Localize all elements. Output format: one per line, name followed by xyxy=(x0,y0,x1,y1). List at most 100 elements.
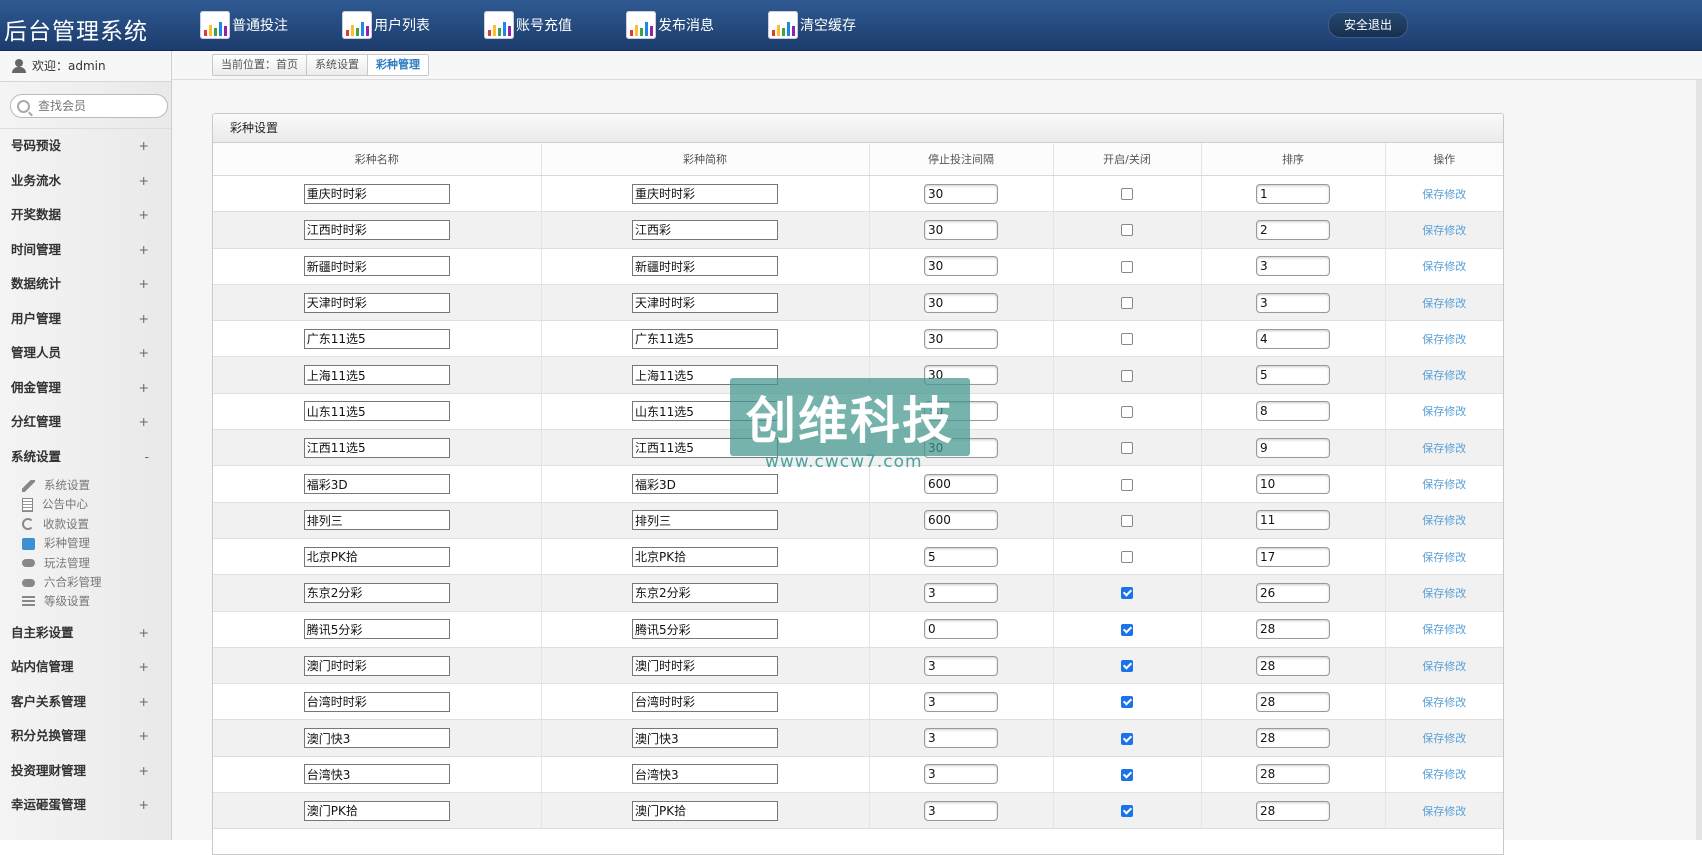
sort-order-input[interactable] xyxy=(1256,183,1330,204)
enable-checkbox[interactable] xyxy=(1121,297,1133,310)
enable-checkbox[interactable] xyxy=(1121,442,1133,455)
stop-interval-input[interactable] xyxy=(924,510,998,531)
lottery-short-input[interactable] xyxy=(632,292,778,313)
lottery-name-input[interactable] xyxy=(303,619,450,640)
save-changes-link[interactable]: 保存修改 xyxy=(1422,805,1466,818)
save-changes-link[interactable]: 保存修改 xyxy=(1422,297,1466,310)
sidebar-item-menu_bottom-3[interactable]: 积分兑换管理 + xyxy=(0,719,171,754)
sort-order-input[interactable] xyxy=(1256,328,1330,349)
lottery-short-input[interactable] xyxy=(632,510,778,531)
lottery-name-input[interactable] xyxy=(303,256,450,277)
nav-item-2[interactable]: 账号充值 xyxy=(484,0,626,50)
nav-item-4[interactable]: 清空缓存 xyxy=(768,0,910,50)
sidebar-subitem-0[interactable]: 系统设置 xyxy=(0,476,171,495)
sidebar-item-menu_top-2[interactable]: 开奖数据 + xyxy=(0,198,171,233)
lottery-name-input[interactable] xyxy=(303,691,450,712)
sidebar-subitem-5[interactable]: 六合彩管理 xyxy=(0,573,171,592)
save-changes-link[interactable]: 保存修改 xyxy=(1422,514,1466,527)
lottery-name-input[interactable] xyxy=(303,183,450,204)
sidebar-item-menu_top-8[interactable]: 分红管理 + xyxy=(0,405,171,440)
lottery-short-input[interactable] xyxy=(632,800,778,821)
enable-checkbox[interactable] xyxy=(1121,768,1133,781)
lottery-short-input[interactable] xyxy=(632,582,778,603)
stop-interval-input[interactable] xyxy=(924,437,998,458)
sort-order-input[interactable] xyxy=(1256,655,1330,676)
lottery-short-input[interactable] xyxy=(632,183,778,204)
stop-interval-input[interactable] xyxy=(924,256,998,277)
nav-item-0[interactable]: 普通投注 xyxy=(200,0,342,50)
sidebar-subitem-1[interactable]: 公告中心 xyxy=(0,495,171,514)
sort-order-input[interactable] xyxy=(1256,764,1330,785)
save-changes-link[interactable]: 保存修改 xyxy=(1422,442,1466,455)
sort-order-input[interactable] xyxy=(1256,219,1330,240)
sidebar-item-menu_top-1[interactable]: 业务流水 + xyxy=(0,164,171,199)
sort-order-input[interactable] xyxy=(1256,365,1330,386)
enable-checkbox[interactable] xyxy=(1121,805,1133,818)
sidebar-subitem-4[interactable]: 玩法管理 xyxy=(0,554,171,573)
lottery-name-input[interactable] xyxy=(303,365,450,386)
lottery-short-input[interactable] xyxy=(632,546,778,567)
enable-checkbox[interactable] xyxy=(1121,333,1133,346)
lottery-name-input[interactable] xyxy=(303,546,450,567)
lottery-name-input[interactable] xyxy=(303,510,450,531)
sidebar-item-menu_top-3[interactable]: 时间管理 + xyxy=(0,233,171,268)
lottery-short-input[interactable] xyxy=(632,437,778,458)
save-changes-link[interactable]: 保存修改 xyxy=(1422,623,1466,636)
lottery-short-input[interactable] xyxy=(632,764,778,785)
stop-interval-input[interactable] xyxy=(924,800,998,821)
lottery-name-input[interactable] xyxy=(303,328,450,349)
lottery-name-input[interactable] xyxy=(303,292,450,313)
lottery-name-input[interactable] xyxy=(303,219,450,240)
sidebar-item-system-settings[interactable]: 系统设置 - xyxy=(0,440,171,475)
sidebar-item-menu_bottom-4[interactable]: 投资理财管理 + xyxy=(0,754,171,789)
enable-checkbox[interactable] xyxy=(1121,369,1133,382)
save-changes-link[interactable]: 保存修改 xyxy=(1422,732,1466,745)
stop-interval-input[interactable] xyxy=(924,546,998,567)
lottery-short-input[interactable] xyxy=(632,219,778,240)
lottery-short-input[interactable] xyxy=(632,619,778,640)
sidebar-subitem-6[interactable]: 等级设置 xyxy=(0,592,171,611)
sort-order-input[interactable] xyxy=(1256,800,1330,821)
sort-order-input[interactable] xyxy=(1256,401,1330,422)
stop-interval-input[interactable] xyxy=(924,328,998,349)
lottery-name-input[interactable] xyxy=(303,401,450,422)
enable-checkbox[interactable] xyxy=(1121,732,1133,745)
save-changes-link[interactable]: 保存修改 xyxy=(1422,768,1466,781)
sort-order-input[interactable] xyxy=(1256,474,1330,495)
sort-order-input[interactable] xyxy=(1256,728,1330,749)
breadcrumb-home[interactable]: 当前位置：首页 xyxy=(213,55,306,75)
lottery-short-input[interactable] xyxy=(632,256,778,277)
save-changes-link[interactable]: 保存修改 xyxy=(1422,333,1466,346)
sort-order-input[interactable] xyxy=(1256,437,1330,458)
sort-order-input[interactable] xyxy=(1256,510,1330,531)
breadcrumb-system-settings[interactable]: 系统设置 xyxy=(306,55,367,75)
lottery-name-input[interactable] xyxy=(303,764,450,785)
search-input[interactable] xyxy=(36,98,150,114)
sort-order-input[interactable] xyxy=(1256,546,1330,567)
save-changes-link[interactable]: 保存修改 xyxy=(1422,551,1466,564)
enable-checkbox[interactable] xyxy=(1121,623,1133,636)
enable-checkbox[interactable] xyxy=(1121,478,1133,491)
sidebar-item-menu_bottom-1[interactable]: 站内信管理 + xyxy=(0,650,171,685)
sidebar-item-menu_top-6[interactable]: 管理人员 + xyxy=(0,336,171,371)
lottery-short-input[interactable] xyxy=(632,655,778,676)
enable-checkbox[interactable] xyxy=(1121,514,1133,527)
lottery-name-input[interactable] xyxy=(303,800,450,821)
stop-interval-input[interactable] xyxy=(924,728,998,749)
stop-interval-input[interactable] xyxy=(924,365,998,386)
enable-checkbox[interactable] xyxy=(1121,188,1133,201)
stop-interval-input[interactable] xyxy=(924,474,998,495)
logout-button[interactable]: 安全退出 xyxy=(1328,12,1408,38)
enable-checkbox[interactable] xyxy=(1121,551,1133,564)
stop-interval-input[interactable] xyxy=(924,219,998,240)
save-changes-link[interactable]: 保存修改 xyxy=(1422,478,1466,491)
lottery-short-input[interactable] xyxy=(632,365,778,386)
sort-order-input[interactable] xyxy=(1256,691,1330,712)
sidebar-subitem-2[interactable]: 收款设置 xyxy=(0,515,171,534)
stop-interval-input[interactable] xyxy=(924,655,998,676)
stop-interval-input[interactable] xyxy=(924,582,998,603)
enable-checkbox[interactable] xyxy=(1121,587,1133,600)
lottery-short-input[interactable] xyxy=(632,328,778,349)
enable-checkbox[interactable] xyxy=(1121,660,1133,672)
lottery-name-input[interactable] xyxy=(303,582,450,603)
